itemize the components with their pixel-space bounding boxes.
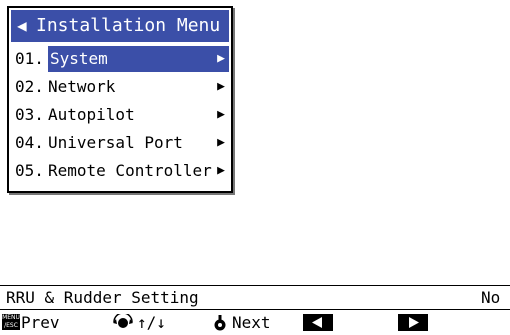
menu-key-line2: /ESC xyxy=(4,322,18,329)
menu-esc-key-icon[interactable]: MENU /ESC xyxy=(2,314,20,330)
submenu-arrow-icon: ▶ xyxy=(217,51,225,66)
right-arrow-key-icon[interactable] xyxy=(398,314,428,331)
menu-item-label: Universal Port xyxy=(48,133,183,152)
menu-item-system[interactable]: 01. System ▶ xyxy=(11,46,229,72)
prev-label[interactable]: Prev xyxy=(21,310,60,335)
menu-item-network[interactable]: 02. Network ▶ xyxy=(11,74,229,100)
submenu-arrow-icon: ▶ xyxy=(217,79,225,94)
status-value: No xyxy=(481,288,501,307)
menu-title-bar[interactable]: ◀ Installation Menu xyxy=(11,10,229,42)
menu-item-label: Autopilot xyxy=(48,105,135,124)
submenu-arrow-icon: ▶ xyxy=(217,135,225,150)
menu-item-number: 05. xyxy=(15,161,44,180)
menu-item-number: 03. xyxy=(15,105,44,124)
key-guide-footer: MENU /ESC Prev ↑/↓ Next xyxy=(0,309,510,335)
submenu-arrow-icon: ▶ xyxy=(217,107,225,122)
menu-item-label: Remote Controller xyxy=(48,161,212,180)
menu-item-number: 04. xyxy=(15,133,44,152)
submenu-arrow-icon: ▶ xyxy=(217,163,225,178)
menu-title: Installation Menu xyxy=(36,15,221,36)
screen: ◀ Installation Menu 01. System ▶ 02. Net… xyxy=(0,0,510,335)
installation-menu: ◀ Installation Menu 01. System ▶ 02. Net… xyxy=(7,6,233,193)
menu-item-number: 01. xyxy=(15,49,44,68)
scroll-knob-icon xyxy=(113,314,133,328)
menu-key-line1: MENU xyxy=(2,314,20,321)
menu-item-remote-controller[interactable]: 05. Remote Controller ▶ xyxy=(11,158,229,184)
menu-item-universal-port[interactable]: 04. Universal Port ▶ xyxy=(11,130,229,156)
push-knob-icon xyxy=(214,315,226,331)
menu-item-autopilot[interactable]: 03. Autopilot ▶ xyxy=(11,102,229,128)
back-arrow-icon[interactable]: ◀ xyxy=(17,10,27,42)
menu-item-label: Network xyxy=(48,77,116,96)
menu-item-label: System xyxy=(48,46,229,72)
status-bar: RRU & Rudder Setting No xyxy=(0,285,510,310)
scroll-label: ↑/↓ xyxy=(137,313,166,332)
status-text: RRU & Rudder Setting xyxy=(6,288,199,307)
menu-item-number: 02. xyxy=(15,77,44,96)
left-arrow-key-icon[interactable] xyxy=(303,314,333,331)
next-label[interactable]: Next xyxy=(232,310,271,335)
